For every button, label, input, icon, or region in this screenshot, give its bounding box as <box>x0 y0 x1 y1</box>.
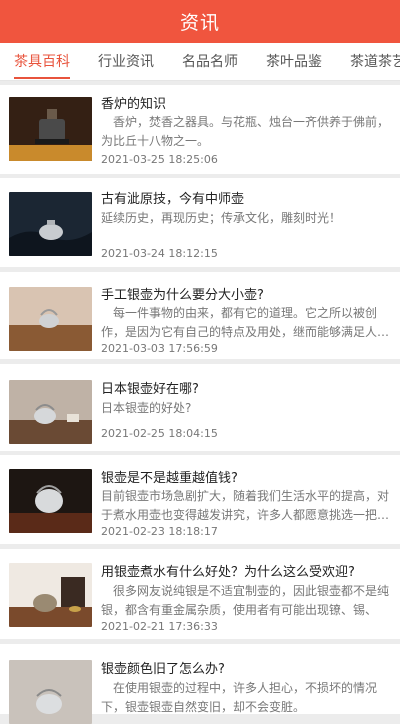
list-item[interactable]: 古有泚原技，今有中师壶 延续历史，再现历史；传承文化，雕刻时光！ 2021-03… <box>0 178 400 267</box>
article-title: 古有泚原技，今有中师壶 <box>101 192 245 207</box>
article-date: 2021-03-24 18:12:15 <box>101 247 218 260</box>
article-thumbnail <box>9 192 92 256</box>
article-title: 日本银壶好在哪? <box>101 382 199 397</box>
article-date: 2021-03-03 17:56:59 <box>101 342 218 355</box>
article-thumbnail <box>9 287 92 351</box>
article-date: 2021-02-23 18:18:17 <box>101 525 218 538</box>
list-item[interactable]: 银壶是不是越重越值钱? 目前银壶市场急剧扩大，随着我们生活水平的提高，对于煮水用… <box>0 455 400 544</box>
app-header: 资讯 <box>0 0 400 43</box>
list-item[interactable]: 手工银壶为什么要分大小壶? 每一件事物的由来，都有它的道理。它之所以被创作，是因… <box>0 272 400 359</box>
list-item[interactable]: 香炉的知识 香炉，焚香之器具。与花瓶、烛台一齐供养于佛前，为比丘十八物之一。 2… <box>0 85 400 174</box>
tab-tea-ware-encyclopedia[interactable]: 茶具百科 <box>0 43 84 80</box>
article-thumbnail <box>9 97 92 161</box>
article-thumbnail <box>9 380 92 444</box>
article-thumbnail <box>9 563 92 627</box>
tab-famous-products[interactable]: 名品名师 <box>168 43 252 80</box>
article-title: 银壶是不是越重越值钱? <box>101 471 238 486</box>
article-summary: 目前银壶市场急剧扩大，随着我们生活水平的提高，对于煮水用壶也变得越发讲究，许多人… <box>101 489 390 522</box>
article-date: 2021-03-25 18:25:06 <box>101 153 218 166</box>
list-item[interactable]: 银壶颜色旧了怎么办? 在使用银壶的过程中，许多人担心，不损坏的情况下，银壶银壶自… <box>0 644 400 724</box>
article-summary: 日本银壶的好处? <box>101 401 192 415</box>
article-summary: 在使用银壶的过程中，许多人担心，不损坏的情况下，银壶银壶自然变旧，却不会变脏。 <box>101 681 378 714</box>
page-title: 资讯 <box>179 12 220 34</box>
list-item[interactable]: 日本银壶好在哪? 日本银壶的好处? 2021-02-25 18:04:15 <box>0 364 400 451</box>
article-title: 香炉的知识 <box>101 97 167 112</box>
article-date: 2021-02-21 17:36:33 <box>101 620 218 633</box>
list-item[interactable]: 用银壶煮水有什么好处？为什么这么受欢迎? 很多网友说纯银是不适宜制壶的，因此银壶… <box>0 549 400 639</box>
article-summary: 很多网友说纯银是不适宜制壶的，因此银壶都不是纯银，都含有重金属杂质，使用者有可能… <box>101 584 390 617</box>
tab-tea-ceremony[interactable]: 茶道茶艺 <box>336 43 400 80</box>
category-tabs: 茶具百科 行业资讯 名品名师 茶叶品鉴 茶道茶艺 <box>0 43 400 81</box>
tab-industry-news[interactable]: 行业资讯 <box>84 43 168 80</box>
article-title: 银壶颜色旧了怎么办? <box>101 662 225 677</box>
article-summary: 延续历史，再现历史；传承文化，雕刻时光！ <box>101 211 342 225</box>
article-title: 手工银壶为什么要分大小壶? <box>101 288 264 303</box>
article-title: 用银壶煮水有什么好处？为什么这么受欢迎? <box>101 565 355 580</box>
article-date: 2021-02-25 18:04:15 <box>101 427 218 440</box>
tab-tea-tasting[interactable]: 茶叶品鉴 <box>252 43 336 80</box>
article-thumbnail <box>9 469 92 533</box>
article-summary: 每一件事物的由来，都有它的道理。它之所以被创作，是因为它有自己的特点及用处，继而… <box>101 306 390 339</box>
article-summary: 香炉，焚香之器具。与花瓶、烛台一齐供养于佛前，为比丘十八物之一。 <box>101 115 390 148</box>
article-thumbnail <box>9 660 92 724</box>
